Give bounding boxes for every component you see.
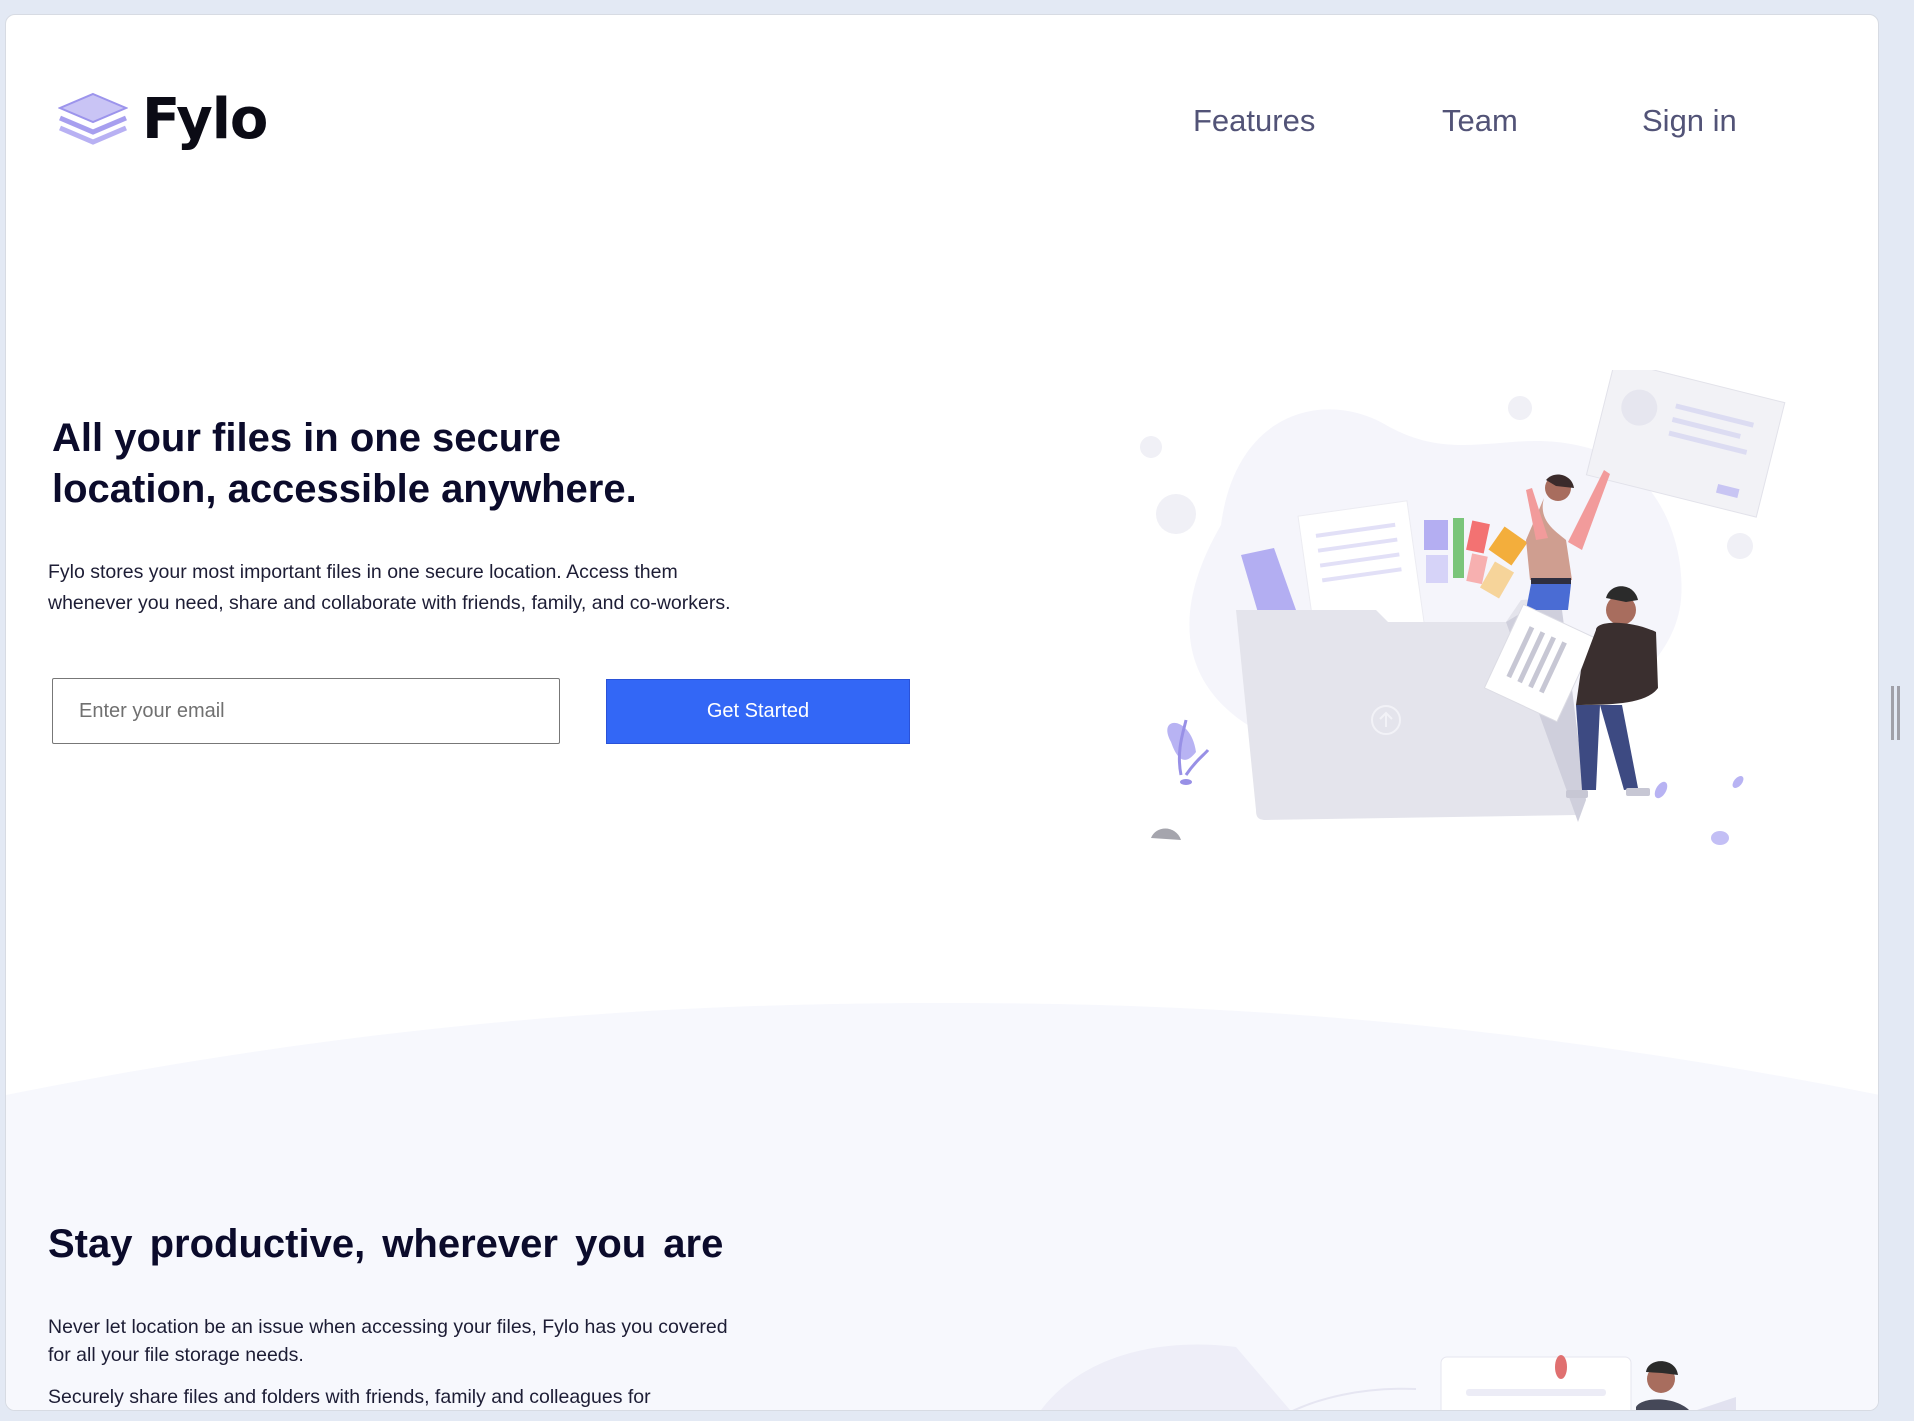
nav-features-link[interactable]: Features: [1193, 103, 1315, 139]
email-input[interactable]: [52, 678, 560, 744]
nav-signin-link[interactable]: Sign in: [1642, 103, 1737, 139]
resize-handle[interactable]: [1890, 686, 1902, 740]
layers-logo-icon: [58, 92, 128, 145]
hero-title-line-2: location, accessible anywhere.: [52, 467, 637, 511]
hero-title-line-1: All your files in one secure: [52, 416, 562, 460]
productive-next-paragraph: Securely share files and folders with fr…: [48, 1386, 651, 1408]
productive-illustration: [1041, 1344, 1736, 1410]
nav-team-link[interactable]: Team: [1442, 103, 1518, 139]
landing-page: Fylo Features Team Sign in All your file…: [5, 14, 1879, 1411]
productive-title: Stay productive, wherever you are: [48, 1222, 724, 1266]
hero-description: Fylo stores your most important files in…: [48, 561, 731, 614]
get-started-button[interactable]: Get Started: [606, 679, 910, 744]
productive-section: Stay productive, wherever you are Never …: [6, 995, 1878, 1410]
hero-illustration: [1140, 370, 1786, 845]
hero-title: All your files in one secure location, a…: [52, 413, 732, 515]
productive-description: Never let location be an issue when acce…: [48, 1316, 728, 1366]
brand-name: Fylo: [142, 87, 268, 152]
brand-logo[interactable]: Fylo: [58, 87, 268, 152]
